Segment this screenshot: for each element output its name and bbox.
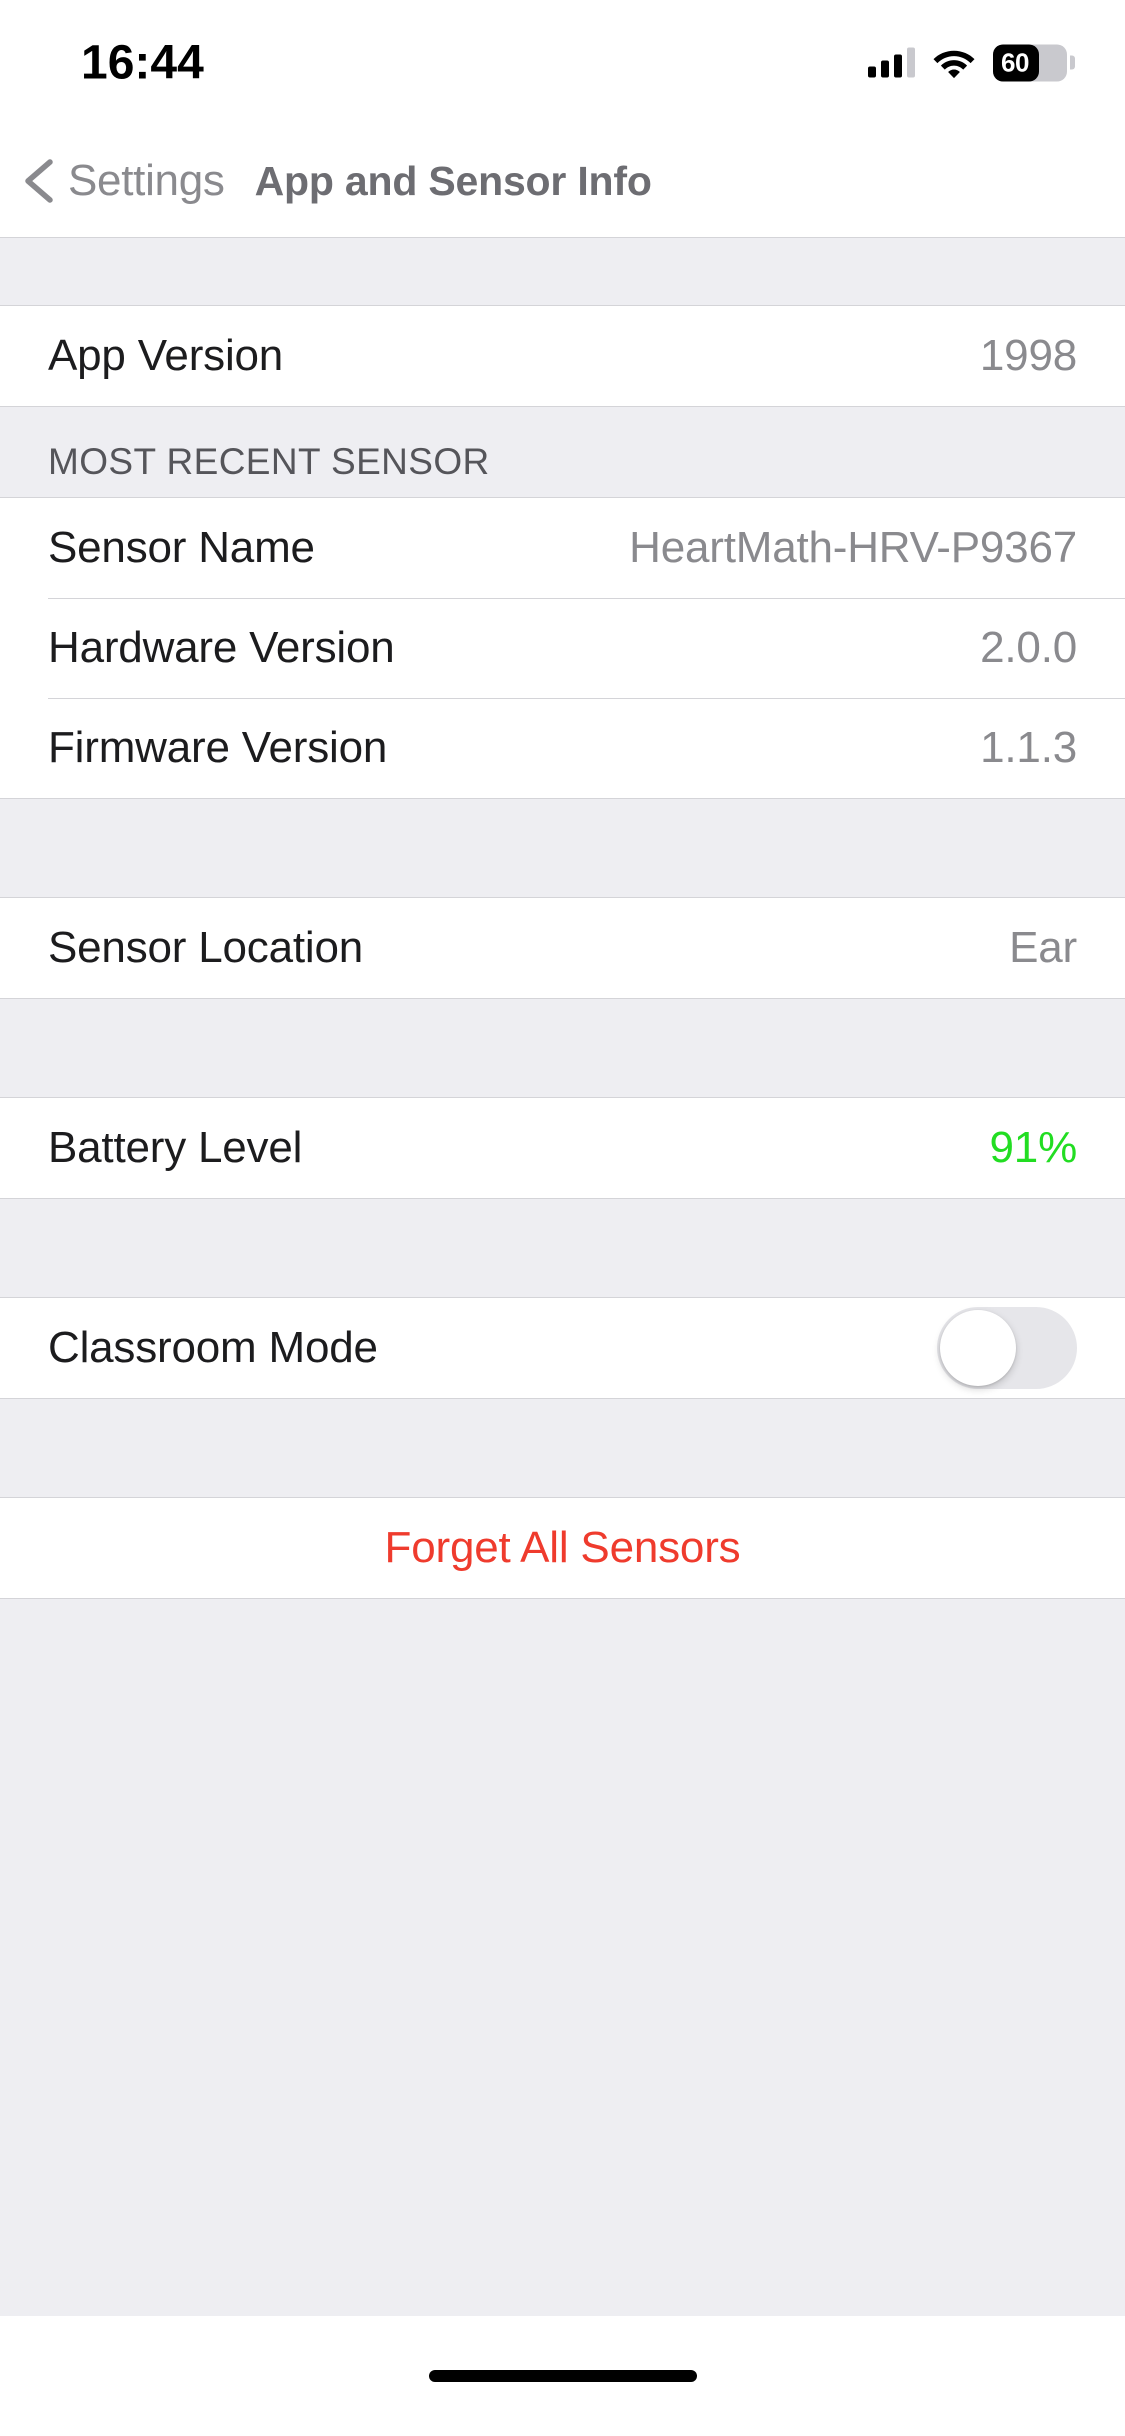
cellular-signal-icon bbox=[868, 47, 915, 78]
row-value-battery-level: 91% bbox=[989, 1123, 1078, 1172]
row-value-sensor-name: HeartMath-HRV-P9367 bbox=[629, 523, 1077, 572]
table-row[interactable]: Sensor Location Ear bbox=[0, 898, 1125, 998]
row-label-sensor-name: Sensor Name bbox=[48, 523, 315, 572]
section-header-most-recent-sensor: MOST RECENT SENSOR bbox=[0, 407, 1125, 497]
row-value-firmware-version: 1.1.3 bbox=[980, 723, 1077, 772]
status-bar-time: 16:44 bbox=[81, 36, 204, 89]
row-label-classroom-mode: Classroom Mode bbox=[48, 1323, 378, 1372]
table-row[interactable]: Hardware Version 2.0.0 bbox=[0, 598, 1125, 698]
chevron-left-icon bbox=[25, 159, 53, 203]
sensor-location-group: Sensor Location Ear bbox=[0, 897, 1125, 999]
settings-list: App Version 1998 MOST RECENT SENSOR Sens… bbox=[0, 238, 1125, 2316]
row-label-hardware-version: Hardware Version bbox=[48, 623, 395, 672]
table-row[interactable]: App Version 1998 bbox=[0, 306, 1125, 406]
app-version-group: App Version 1998 bbox=[0, 305, 1125, 407]
list-spacer bbox=[0, 999, 1125, 1097]
row-label-app-version: App Version bbox=[48, 331, 284, 380]
list-spacer bbox=[0, 1399, 1125, 1497]
back-button-label: Settings bbox=[68, 156, 225, 205]
forget-all-sensors-group: Forget All Sensors bbox=[0, 1497, 1125, 1599]
row-label-sensor-location: Sensor Location bbox=[48, 923, 363, 972]
page-title: App and Sensor Info bbox=[254, 157, 652, 204]
home-indicator[interactable] bbox=[428, 2370, 697, 2382]
row-value-sensor-location: Ear bbox=[1009, 923, 1077, 972]
forget-all-sensors-label: Forget All Sensors bbox=[384, 1523, 741, 1572]
toggle-knob bbox=[940, 1310, 1016, 1386]
row-label-battery-level: Battery Level bbox=[48, 1123, 303, 1172]
home-indicator-area bbox=[0, 2316, 1125, 2436]
battery-level-group: Battery Level 91% bbox=[0, 1097, 1125, 1199]
table-row[interactable]: Firmware Version 1.1.3 bbox=[0, 698, 1125, 798]
status-bar-indicators: 60 bbox=[868, 44, 1075, 81]
status-bar: 16:44 60 bbox=[0, 0, 1125, 125]
table-row[interactable]: Battery Level 91% bbox=[0, 1098, 1125, 1198]
wifi-icon bbox=[933, 50, 975, 79]
row-value-app-version: 1998 bbox=[979, 331, 1077, 380]
row-label-firmware-version: Firmware Version bbox=[48, 723, 388, 772]
battery-percent-label: 60 bbox=[1001, 47, 1029, 77]
forget-all-sensors-button[interactable]: Forget All Sensors bbox=[0, 1498, 1125, 1598]
list-top-spacer bbox=[0, 238, 1125, 305]
phone-screen: 16:44 60 Settings App and Sensor Info Ap… bbox=[0, 0, 1125, 2436]
back-button[interactable]: Settings bbox=[20, 156, 225, 206]
battery-icon: 60 bbox=[993, 44, 1075, 81]
table-row[interactable]: Sensor Name HeartMath-HRV-P9367 bbox=[0, 498, 1125, 598]
classroom-mode-group: Classroom Mode bbox=[0, 1297, 1125, 1399]
list-spacer bbox=[0, 1199, 1125, 1297]
most-recent-sensor-group: Sensor Name HeartMath-HRV-P9367 Hardware… bbox=[0, 497, 1125, 799]
list-spacer bbox=[0, 799, 1125, 897]
classroom-mode-toggle[interactable] bbox=[937, 1307, 1077, 1389]
navigation-bar: Settings App and Sensor Info bbox=[0, 125, 1125, 238]
row-value-hardware-version: 2.0.0 bbox=[980, 623, 1077, 672]
table-row[interactable]: Classroom Mode bbox=[0, 1298, 1125, 1398]
battery-cap bbox=[1070, 55, 1075, 70]
